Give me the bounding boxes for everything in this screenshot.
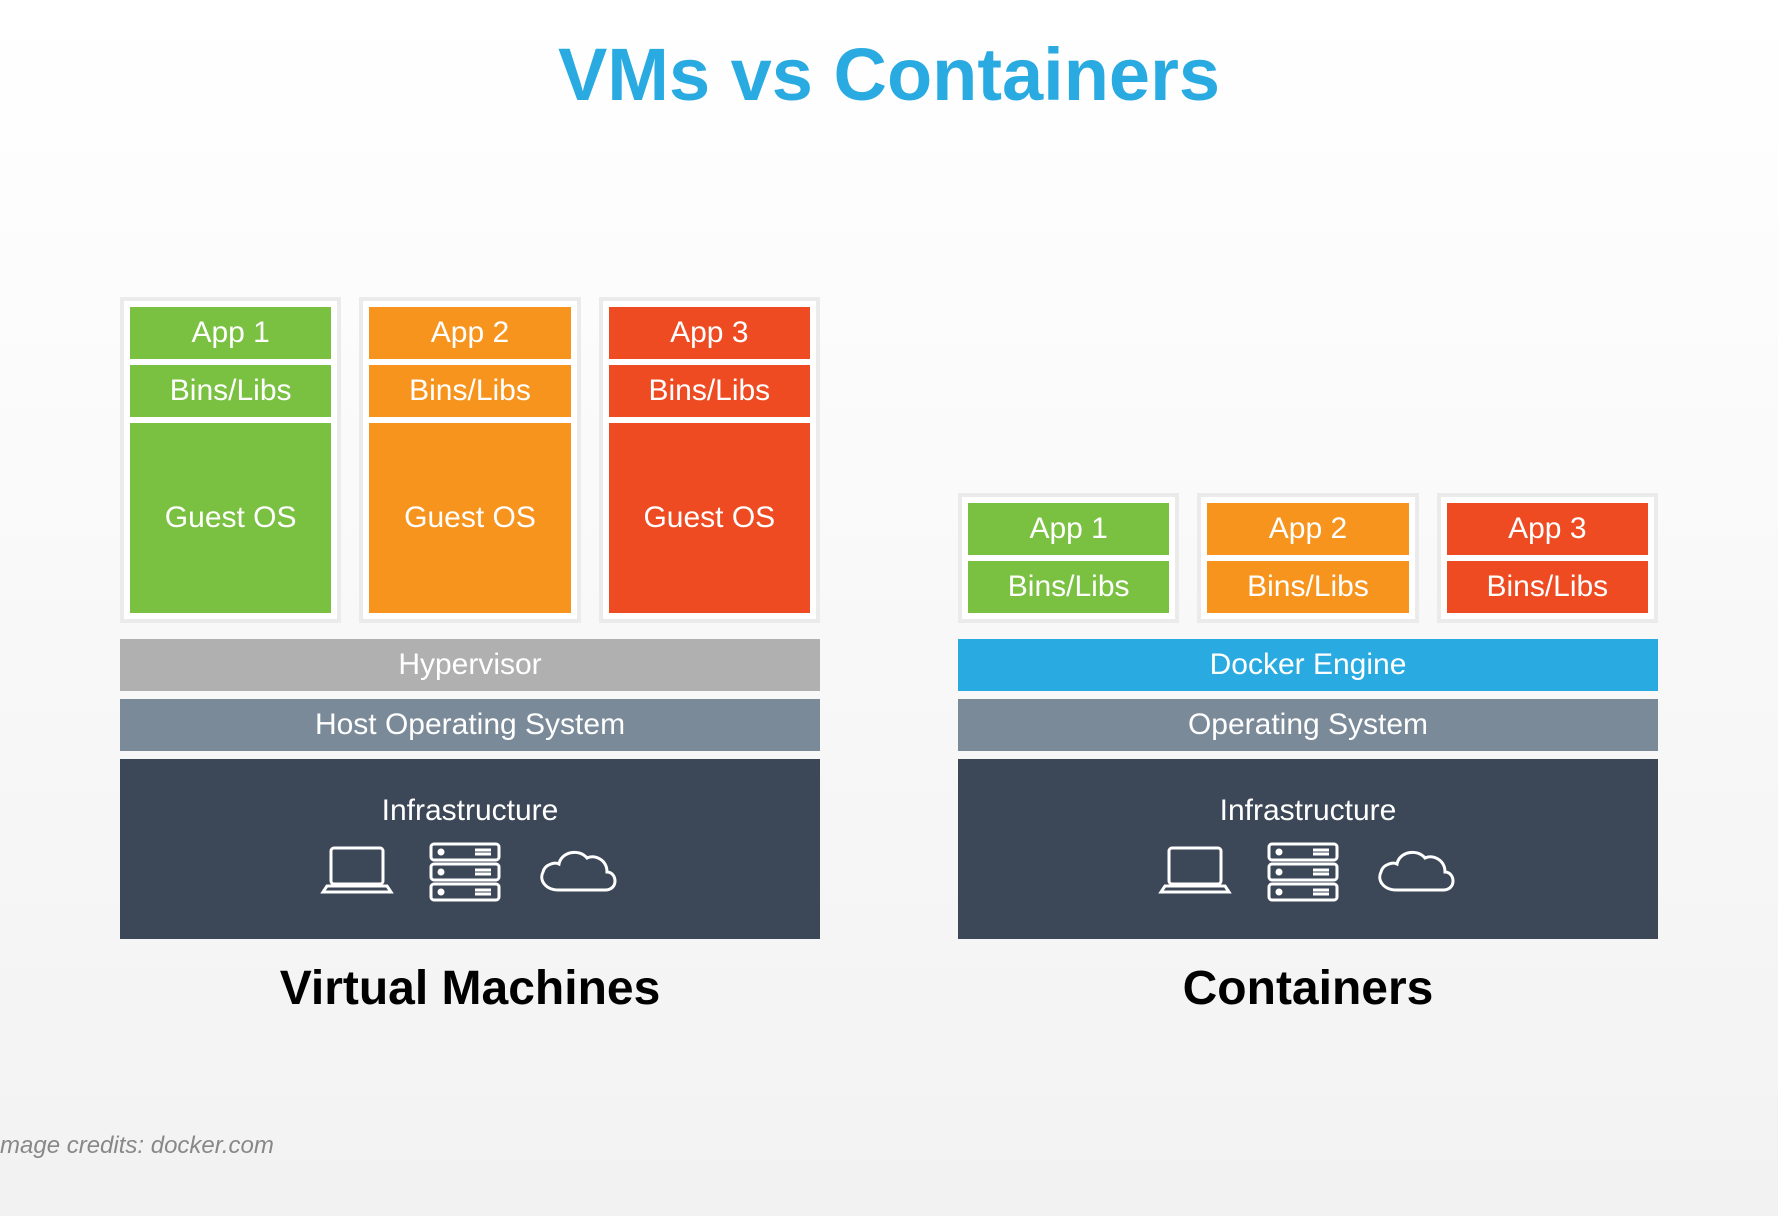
cont-caption: Containers xyxy=(958,961,1658,1016)
cont-app-2: App 2 xyxy=(1207,503,1408,555)
cont-infra-icons xyxy=(1155,840,1461,904)
cont-bins-1: Bins/Libs xyxy=(968,561,1169,613)
laptop-icon xyxy=(1155,842,1235,902)
server-icon xyxy=(1263,840,1343,904)
server-icon xyxy=(425,840,505,904)
vm-infrastructure: Infrastructure xyxy=(120,759,820,939)
vm-guest-2: Guest OS xyxy=(369,423,570,613)
vm-stack-1: App 1 Bins/Libs Guest OS xyxy=(120,297,341,623)
vm-bins-3: Bins/Libs xyxy=(609,365,810,417)
cont-stack-1: App 1 Bins/Libs xyxy=(958,493,1179,623)
cont-app-1: App 1 xyxy=(968,503,1169,555)
vm-app-3: App 3 xyxy=(609,307,810,359)
vm-stack-2: App 2 Bins/Libs Guest OS xyxy=(359,297,580,623)
vm-bins-1: Bins/Libs xyxy=(130,365,331,417)
cont-infrastructure: Infrastructure xyxy=(958,759,1658,939)
vm-host-os: Host Operating System xyxy=(120,699,820,751)
cont-app-3: App 3 xyxy=(1447,503,1648,555)
diagram-columns: App 1 Bins/Libs Guest OS App 2 Bins/Libs… xyxy=(120,190,1658,1016)
cloud-icon xyxy=(1371,842,1461,902)
vm-caption: Virtual Machines xyxy=(120,961,820,1016)
image-credits: mage credits: docker.com xyxy=(0,1132,274,1160)
vm-infra-label: Infrastructure xyxy=(382,794,559,828)
vm-guest-1: Guest OS xyxy=(130,423,331,613)
vm-app-1: App 1 xyxy=(130,307,331,359)
cont-infra-label: Infrastructure xyxy=(1220,794,1397,828)
slide: VMs vs Containers App 1 Bins/Libs Guest … xyxy=(0,0,1778,1216)
cloud-icon xyxy=(533,842,623,902)
vm-guest-3: Guest OS xyxy=(609,423,810,613)
cont-stack-2: App 2 Bins/Libs xyxy=(1197,493,1418,623)
vm-column: App 1 Bins/Libs Guest OS App 2 Bins/Libs… xyxy=(120,190,820,1016)
docker-engine: Docker Engine xyxy=(958,639,1658,691)
cont-bins-2: Bins/Libs xyxy=(1207,561,1408,613)
vm-infra-icons xyxy=(317,840,623,904)
cont-bins-3: Bins/Libs xyxy=(1447,561,1648,613)
cont-os: Operating System xyxy=(958,699,1658,751)
cont-stacks: App 1 Bins/Libs App 2 Bins/Libs App 3 Bi… xyxy=(958,493,1658,623)
vm-stack-3: App 3 Bins/Libs Guest OS xyxy=(599,297,820,623)
laptop-icon xyxy=(317,842,397,902)
vm-app-2: App 2 xyxy=(369,307,570,359)
cont-stack-3: App 3 Bins/Libs xyxy=(1437,493,1658,623)
vm-hypervisor: Hypervisor xyxy=(120,639,820,691)
vm-stacks: App 1 Bins/Libs Guest OS App 2 Bins/Libs… xyxy=(120,297,820,623)
vm-bins-2: Bins/Libs xyxy=(369,365,570,417)
containers-column: App 1 Bins/Libs App 2 Bins/Libs App 3 Bi… xyxy=(958,190,1658,1016)
slide-title: VMs vs Containers xyxy=(0,32,1778,117)
